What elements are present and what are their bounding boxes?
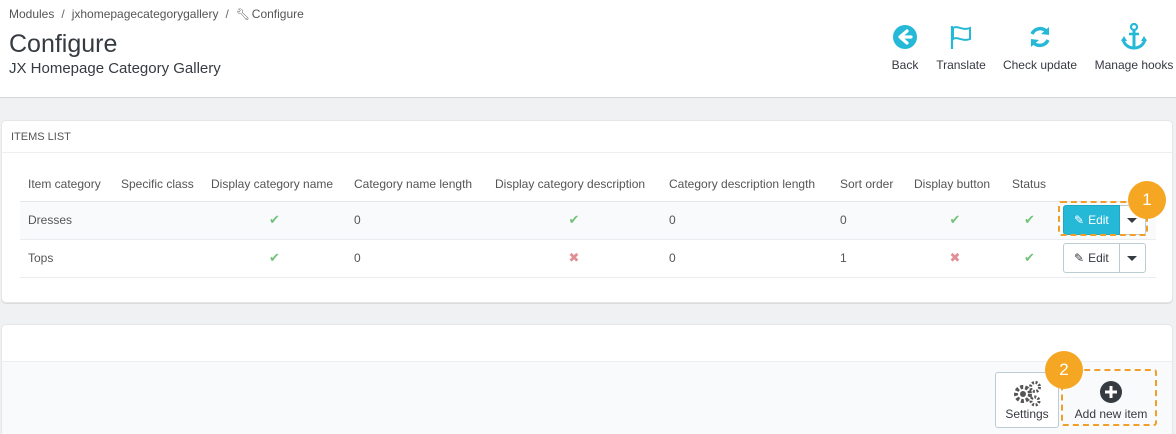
edit-label: Edit [1088,213,1109,227]
column-header[interactable]: Sort order [832,167,906,202]
status-cell[interactable]: ✔ [1004,239,1055,278]
back-arrow-icon [893,25,917,49]
page-header: Modules / jxhomepagecategorygallery / 🔧︎ Conf… [0,0,1176,98]
display-category-description-cell[interactable]: ✔ [487,201,661,240]
specific-class-cell [113,239,203,278]
display-category-name-cell[interactable]: ✔ [203,201,346,240]
check-icon: ✔ [1024,250,1035,265]
chevron-down-icon [1127,217,1138,223]
manage-hooks-button[interactable]: Manage hooks [1091,22,1176,72]
table-header-row: Item category Specific class Display cat… [20,167,1156,202]
item-category-cell: Dresses [20,201,113,240]
anchor-icon [1121,22,1147,50]
pencil-icon: ✎ [1074,251,1085,265]
wrench-icon: 🔧︎ [235,9,250,21]
category-description-length-cell: 0 [661,201,832,240]
breadcrumb-configure: Configure [251,7,304,21]
back-button[interactable]: Back [885,22,925,72]
refresh-icon [1030,26,1050,48]
column-header[interactable]: Status [1004,167,1055,202]
category-name-length-cell: 0 [346,239,487,278]
items-list-panel: ITEMS LIST Item category Specific class … [1,120,1173,303]
translate-button[interactable]: Translate [933,22,989,72]
category-name-length-cell: 0 [346,201,487,240]
panel-heading: ITEMS LIST [11,131,71,143]
add-new-item-label: Add new item [1074,407,1148,421]
check-update-button[interactable]: Check update [999,22,1081,72]
divider [2,152,1172,153]
step-badge-2: 2 [1045,351,1083,389]
add-new-item-button[interactable]: Add new item [1068,372,1154,428]
manage-hooks-label: Manage hooks [1094,58,1174,72]
plus-circle-icon [1100,381,1122,403]
page-title: Configure [9,30,118,58]
breadcrumb-module-name[interactable]: jxhomepagecategorygallery [72,7,219,21]
column-header[interactable]: Specific class [113,167,203,202]
dropdown-toggle[interactable] [1119,243,1146,273]
settings-label: Settings [1005,407,1049,421]
items-table: Item category Specific class Display cat… [20,167,1156,278]
table-row[interactable]: Dresses ✔ 0 ✔ 0 0 ✔ ✔ ✎ Edit [20,201,1156,240]
breadcrumb: Modules / jxhomepagecategorygallery / 🔧︎ Conf… [9,7,304,21]
check-icon: ✔ [949,212,961,227]
column-header[interactable]: Display category name [203,167,346,202]
back-label: Back [891,58,919,72]
column-header[interactable]: Display category description [487,167,661,202]
step-badge-1: 1 [1128,181,1166,219]
translate-label: Translate [936,58,986,72]
page-subtitle: JX Homepage Category Gallery [9,60,221,77]
status-cell[interactable]: ✔ [1004,201,1055,240]
check-icon: ✔ [269,212,280,227]
pencil-icon: ✎ [1074,213,1085,227]
footer-panel: Settings Add new item [1,324,1173,434]
display-category-description-cell[interactable]: ✖ [487,239,661,278]
check-icon: ✔ [1024,212,1035,227]
category-description-length-cell: 0 [661,239,832,278]
display-category-name-cell[interactable]: ✔ [203,239,346,278]
edit-button[interactable]: ✎ Edit [1063,205,1120,235]
edit-button-group: ✎ Edit [1063,243,1146,273]
cross-icon: ✖ [568,250,580,265]
check-icon: ✔ [269,250,280,265]
cross-icon: ✖ [949,250,961,265]
panel-footer: Settings Add new item [2,361,1172,434]
display-button-cell[interactable]: ✖ [906,239,1004,278]
breadcrumb-separator: / [225,7,229,21]
sort-order-cell: 1 [832,239,906,278]
column-header[interactable]: Display button [906,167,1004,202]
edit-button[interactable]: ✎ Edit [1063,243,1120,273]
gears-icon [1014,381,1041,407]
column-header[interactable]: Item category [20,167,113,202]
chevron-down-icon [1127,255,1138,261]
breadcrumb-modules[interactable]: Modules [9,7,54,21]
table-row[interactable]: Tops ✔ 0 ✖ 0 1 ✖ ✔ ✎ Edit [20,239,1156,278]
display-button-cell[interactable]: ✔ [906,201,1004,240]
specific-class-cell [113,201,203,240]
edit-label: Edit [1088,251,1109,265]
column-header[interactable]: Category name length [346,167,487,202]
flag-icon [950,26,971,49]
breadcrumb-separator: / [61,7,65,21]
actions-cell: ✎ Edit [1055,239,1156,278]
check-update-label: Check update [1002,58,1078,72]
item-category-cell: Tops [20,239,113,278]
column-header[interactable]: Category description length [661,167,832,202]
check-icon: ✔ [568,212,580,227]
sort-order-cell: 0 [832,201,906,240]
